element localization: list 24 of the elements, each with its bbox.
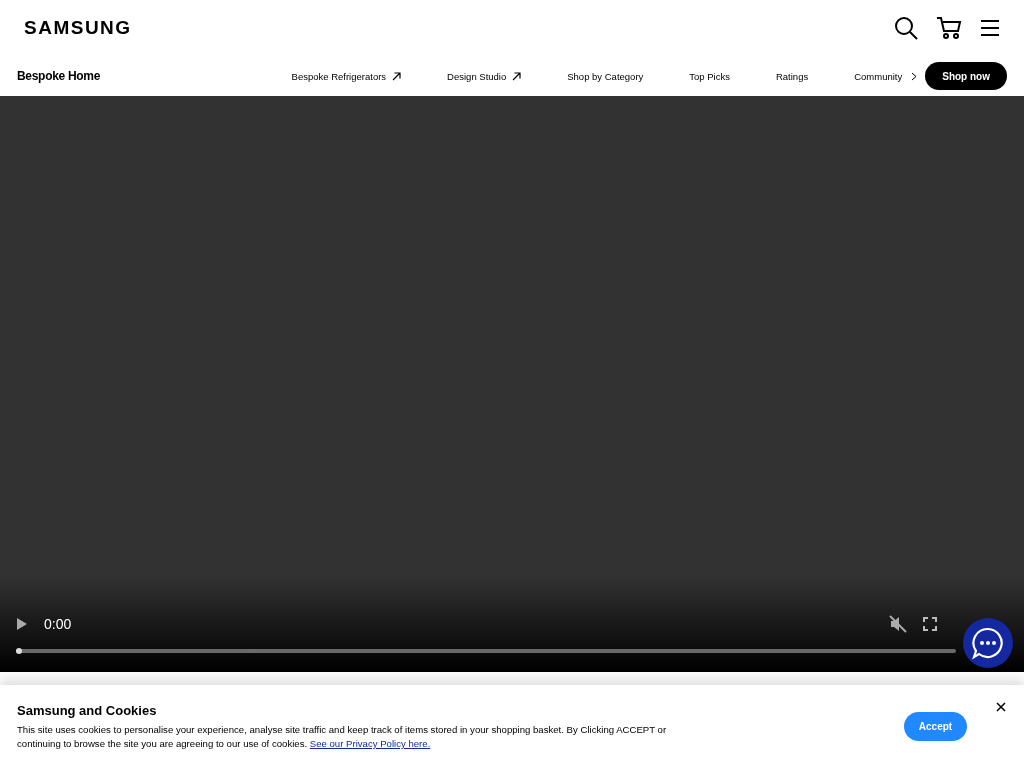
nav-link[interactable]: Design Studio	[447, 70, 522, 82]
nav-link[interactable]: Shop by Category	[567, 70, 644, 82]
cookie-notice: This site uses cookies to personalise your experience, analyse site traffic and keep track of items stored in your shopping basket. By Clicking ACCEPT or continuing to browse the site you are agreeing to our use of cookies. See our Privacy Policy here.	[17, 723, 668, 751]
privacy-policy-link[interactable]: See our Privacy Policy here.	[309, 738, 431, 749]
shop-now-button[interactable]: Shop now	[925, 62, 1007, 90]
video-time: 0:00	[44, 616, 72, 632]
chevron-right-icon[interactable]	[911, 71, 918, 81]
cookie-title: Samsung and Cookies	[17, 703, 158, 718]
cart-icon[interactable]	[936, 16, 962, 40]
progress-thumb[interactable]	[16, 648, 22, 654]
nav-link[interactable]: Ratings	[775, 70, 809, 82]
diagonal-arrow-icon	[392, 71, 402, 81]
page-title: Bespoke Home	[17, 69, 101, 83]
nav-link[interactable]: Bespoke Refrigerators	[291, 70, 402, 82]
nav-link[interactable]: Top Picks	[689, 70, 730, 82]
muted-speaker-icon[interactable]	[889, 615, 907, 633]
diagonal-arrow-icon	[512, 71, 522, 81]
nav-link[interactable]: Community	[854, 70, 903, 82]
fullscreen-icon[interactable]	[923, 617, 937, 631]
play-icon[interactable]	[16, 617, 28, 631]
close-button[interactable]	[996, 700, 1006, 710]
search-icon[interactable]	[894, 16, 918, 40]
brand-logo[interactable]: SAMSUNG	[24, 17, 132, 39]
menu-icon[interactable]	[980, 19, 1000, 37]
